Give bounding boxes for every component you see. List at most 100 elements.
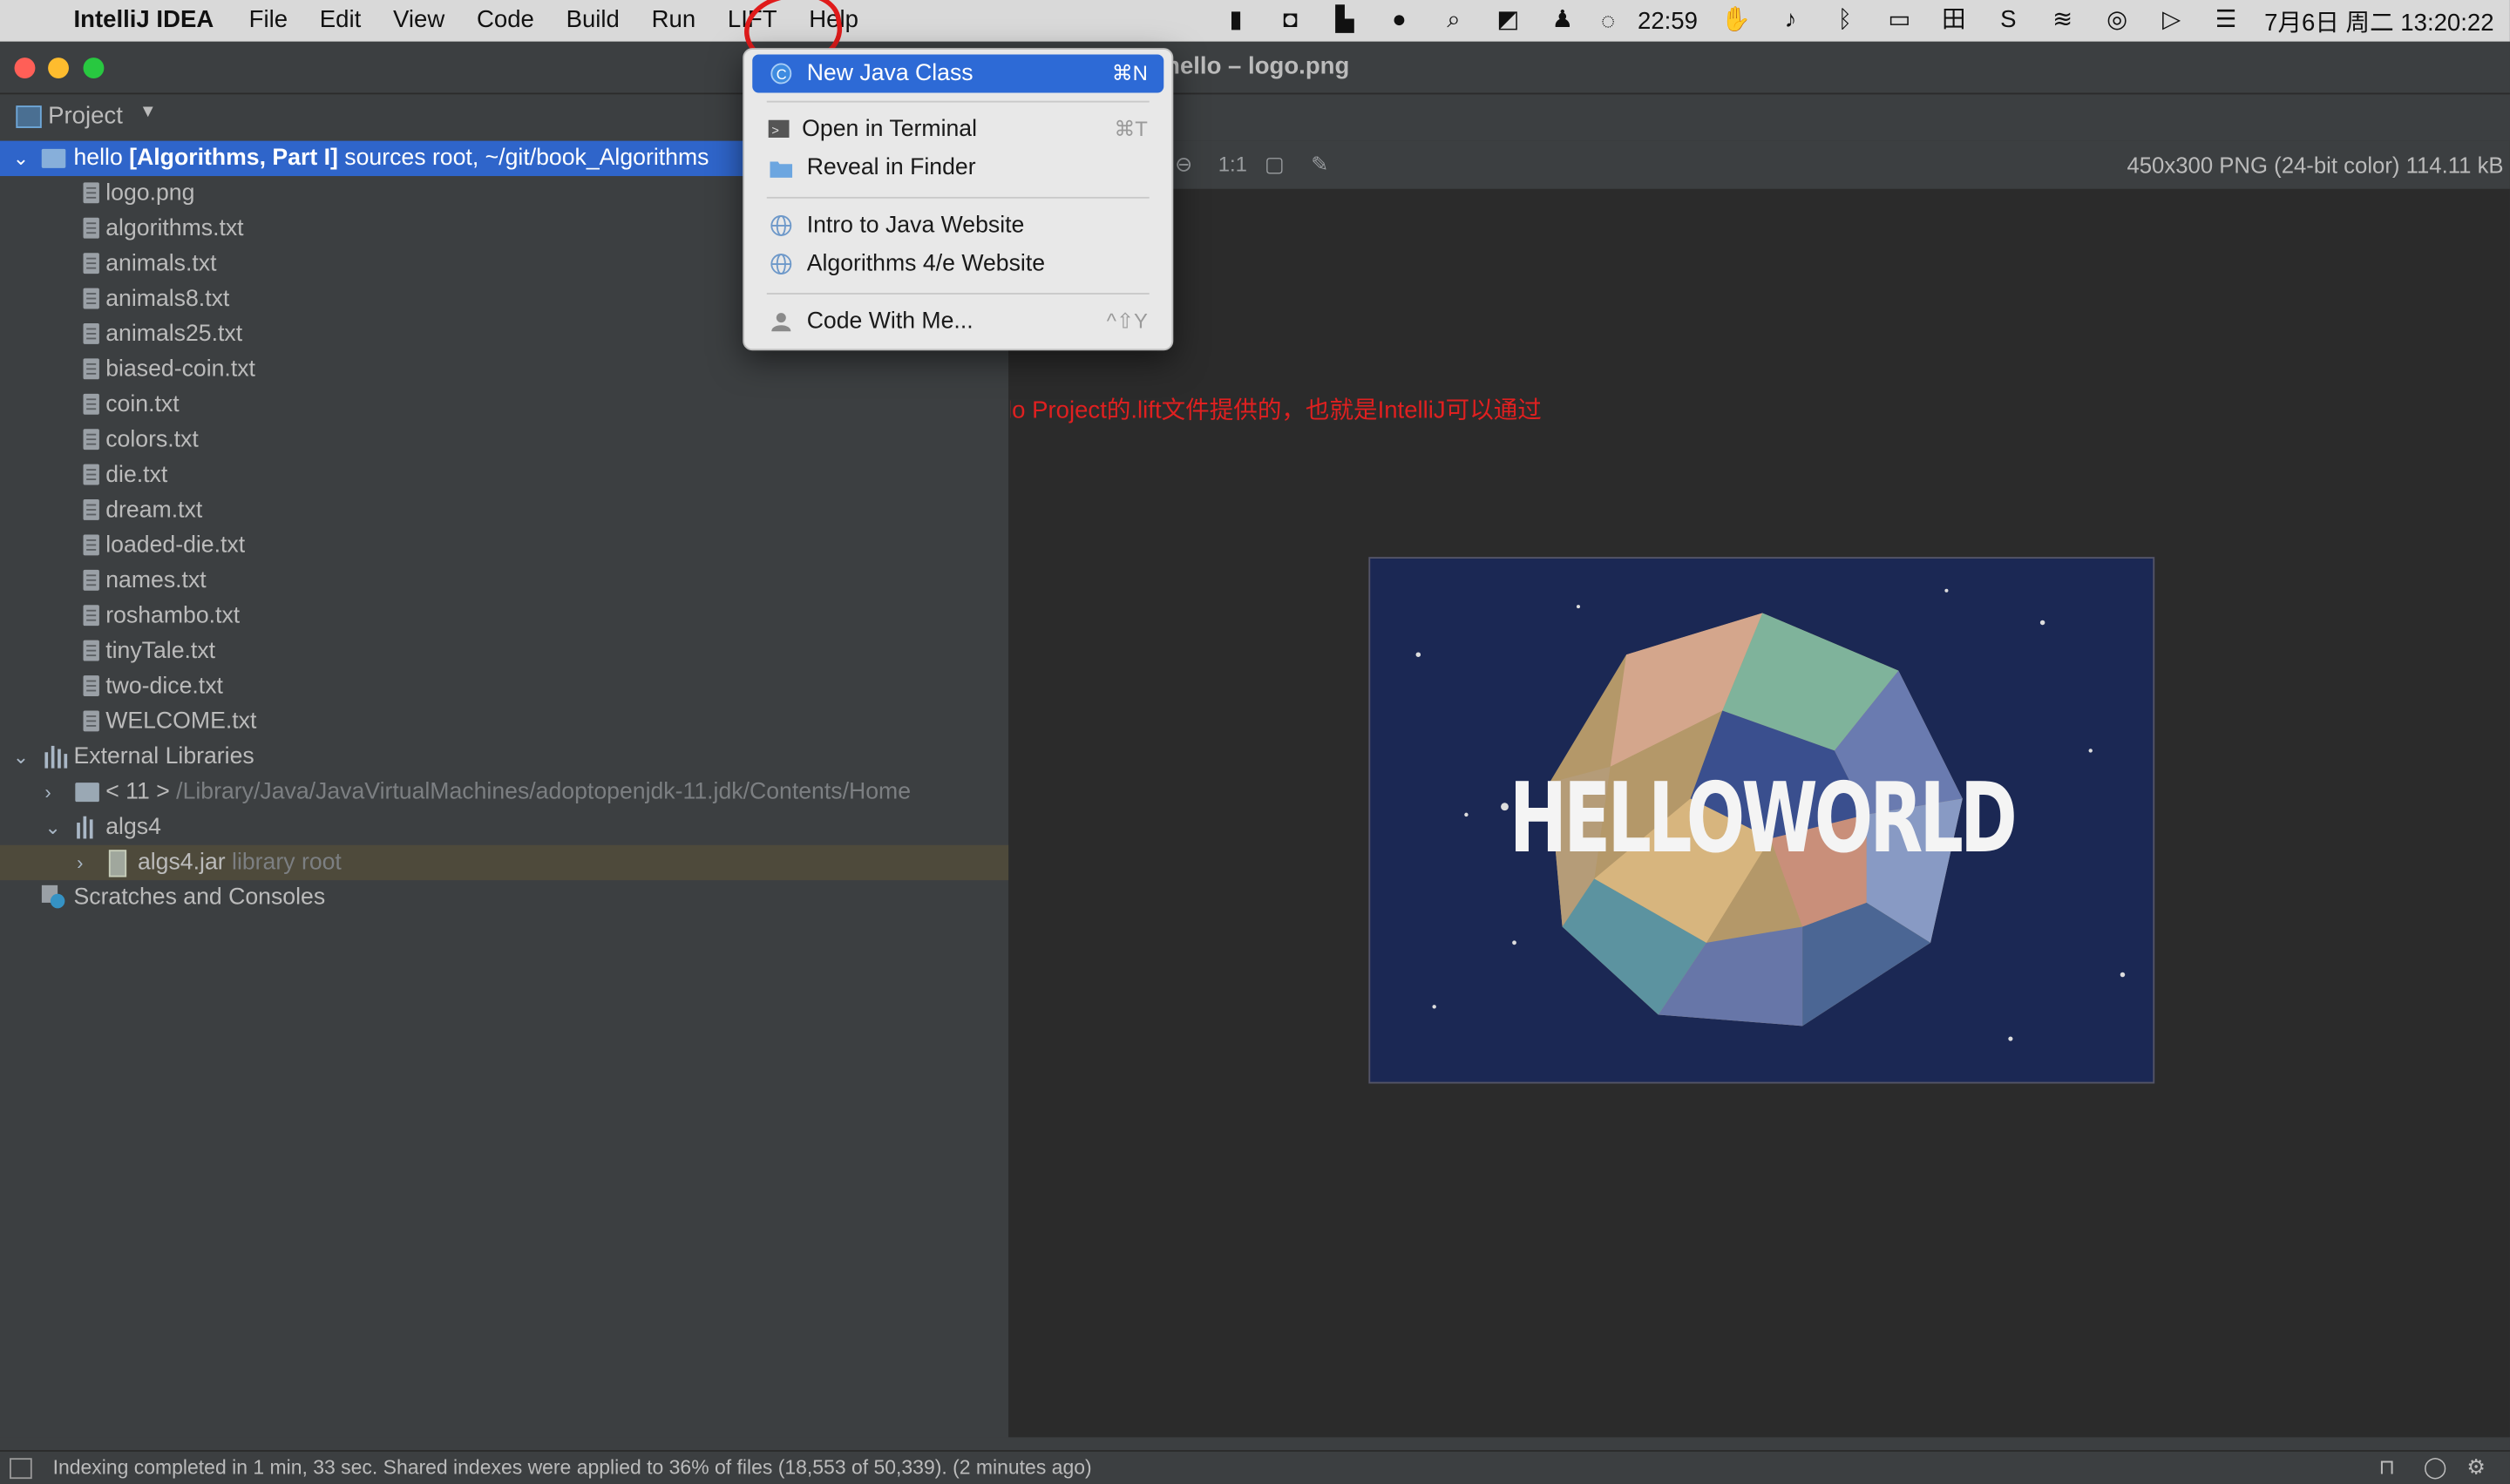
bluetooth-icon[interactable]: ᛒ xyxy=(1829,6,1862,35)
jdk-name: < 11 > xyxy=(105,779,170,805)
fit-icon[interactable]: ▢ xyxy=(1265,152,1285,177)
menu-item-open-in-terminal[interactable]: > Open in Terminal ⌘T xyxy=(752,111,1163,149)
tree-file[interactable]: dream.txt xyxy=(0,493,1008,528)
menu-item-algorithms-website[interactable]: Algorithms 4/e Website xyxy=(752,245,1163,283)
file-icon xyxy=(83,217,99,239)
zoom-out-icon[interactable]: ⊖ xyxy=(1175,152,1192,177)
menu-lift[interactable]: LIFT xyxy=(712,0,793,42)
root-module: [Algorithms, Part I] xyxy=(129,146,338,172)
apple-icon[interactable] xyxy=(0,0,58,42)
chevron-down-icon[interactable]: ⌄ xyxy=(44,810,60,844)
tree-file[interactable]: two-dice.txt xyxy=(0,669,1008,704)
timer-icon[interactable]: ◌ xyxy=(1601,7,1615,34)
logo-image: HELLOWORLD xyxy=(1368,557,2155,1084)
tree-algs4[interactable]: ⌄ algs4 xyxy=(0,810,1008,844)
chevron-down-icon[interactable]: ⌄ xyxy=(13,740,29,775)
tree-jdk[interactable]: › < 11 > /Library/Java/JavaVirtualMachin… xyxy=(0,775,1008,810)
lock-icon[interactable]: ⊓ xyxy=(2378,1455,2395,1481)
menu-item-label: Open in Terminal xyxy=(802,117,978,143)
actual-size-button[interactable]: 1:1 xyxy=(1218,152,1247,176)
file-icon xyxy=(83,499,99,520)
algs4-jar-label: algs4.jar library root xyxy=(138,845,342,880)
file-label: dream.txt xyxy=(105,498,203,524)
image-editor-toolbar: ⊖ 1:1 ▢ ✎ 450x300 PNG (24-bit color) 114… xyxy=(1009,140,2510,189)
chevron-down-icon[interactable]: ▼ xyxy=(139,103,157,122)
battery-icon[interactable]: ▭ xyxy=(1883,6,1916,35)
color-picker-icon[interactable]: ✎ xyxy=(1311,152,1328,177)
play-icon[interactable]: ▷ xyxy=(2155,6,2188,35)
tree-file[interactable]: biased-coin.txt xyxy=(0,352,1008,387)
jar-icon xyxy=(108,850,127,878)
window-titlebar: hello – logo.png xyxy=(0,41,2510,95)
status-message[interactable]: Indexing completed in 1 min, 33 sec. Sha… xyxy=(53,1456,1092,1479)
file-icon xyxy=(83,323,99,344)
file-label: animals8.txt xyxy=(105,286,230,313)
evernote-icon[interactable]: ● xyxy=(1383,6,1415,35)
sogou-icon[interactable]: S xyxy=(1992,6,2025,35)
tree-file[interactable]: coin.txt xyxy=(0,387,1008,422)
menu-view[interactable]: View xyxy=(377,0,461,42)
logo-text: HELLOWORLD xyxy=(1509,763,2018,876)
hand-icon[interactable]: ✋ xyxy=(1720,6,1753,35)
menu-separator xyxy=(766,196,1150,199)
file-icon xyxy=(83,253,99,274)
menu-build[interactable]: Build xyxy=(550,0,635,42)
notifications-icon[interactable]: ◯ xyxy=(2424,1455,2447,1481)
search-icon[interactable]: ⌕ xyxy=(1438,6,1470,35)
file-label: algorithms.txt xyxy=(105,215,244,242)
file-icon xyxy=(83,393,99,415)
java-class-icon: C xyxy=(770,63,792,85)
menu-edit[interactable]: Edit xyxy=(303,0,376,42)
tool-windows-icon[interactable] xyxy=(10,1458,32,1480)
file-label: logo.png xyxy=(105,180,195,207)
menu-item-reveal-in-finder[interactable]: Reveal in Finder xyxy=(752,149,1163,187)
globe-icon xyxy=(770,215,792,236)
n-app-icon[interactable]: ◘ xyxy=(1274,6,1306,35)
maximize-button[interactable] xyxy=(83,58,105,78)
menu-file[interactable]: File xyxy=(233,0,303,42)
app-menu[interactable]: IntelliJ IDEA xyxy=(58,0,233,42)
file-icon xyxy=(83,569,99,591)
tree-file[interactable]: loaded-die.txt xyxy=(0,528,1008,563)
tree-external-libraries[interactable]: ⌄ External Libraries xyxy=(0,740,1008,775)
wifi-icon[interactable]: ≋ xyxy=(2046,6,2079,35)
chevron-right-icon[interactable]: › xyxy=(77,845,83,880)
wechat-icon[interactable]: ◎ xyxy=(2101,6,2134,35)
tree-algs4-jar[interactable]: › algs4.jar library root xyxy=(0,844,1009,881)
menu-item-new-java-class[interactable]: C New Java Class ⌘N xyxy=(752,54,1164,93)
status-bar: Indexing completed in 1 min, 33 sec. Sha… xyxy=(0,1450,2510,1484)
audio-meter-icon[interactable]: ▮ xyxy=(1220,6,1252,35)
tree-file[interactable]: die.txt xyxy=(0,457,1008,492)
close-button[interactable] xyxy=(14,58,36,78)
menu-item-shortcut: ⌘N xyxy=(1111,60,1148,85)
tree-file[interactable]: colors.txt xyxy=(0,423,1008,457)
tree-file[interactable]: roshambo.txt xyxy=(0,599,1008,634)
minimize-button[interactable] xyxy=(48,58,69,78)
qq-icon[interactable]: ♟ xyxy=(1546,6,1578,35)
jar-name: algs4.jar xyxy=(137,850,226,876)
menu-item-shortcut: ⌘T xyxy=(1114,117,1148,141)
project-panel-title: Project xyxy=(48,102,123,130)
tree-scratches[interactable]: Scratches and Consoles xyxy=(0,880,1008,915)
chevron-down-icon[interactable]: ⌄ xyxy=(13,141,29,176)
menu-run[interactable]: Run xyxy=(635,0,711,42)
file-label: colors.txt xyxy=(105,427,199,453)
tree-file[interactable]: WELCOME.txt xyxy=(0,704,1008,739)
globe-icon xyxy=(770,254,792,274)
control-center-icon[interactable]: ☰ xyxy=(2210,6,2242,35)
menu-code[interactable]: Code xyxy=(461,0,551,42)
menu-item-code-with-me[interactable]: Code With Me... ^⇧Y xyxy=(752,302,1163,341)
volume-icon[interactable]: ♪ xyxy=(1774,6,1807,35)
bookmark-icon[interactable]: ▙ xyxy=(1329,6,1361,35)
menu-help[interactable]: Help xyxy=(793,0,874,42)
toggle-icon[interactable]: ◩ xyxy=(1492,6,1524,35)
input-method-icon[interactable]: 田 xyxy=(1937,6,1970,35)
tree-file[interactable]: tinyTale.txt xyxy=(0,634,1008,668)
tree-file[interactable]: names.txt xyxy=(0,564,1008,599)
settings-icon[interactable]: ⚙ xyxy=(2466,1455,2485,1481)
menu-item-intro-to-java[interactable]: Intro to Java Website xyxy=(752,207,1163,245)
datetime[interactable]: 7月6日 周二 13:20:22 xyxy=(2264,4,2493,38)
chevron-right-icon[interactable]: › xyxy=(44,775,51,810)
file-label: two-dice.txt xyxy=(105,674,223,700)
file-icon xyxy=(83,675,99,696)
